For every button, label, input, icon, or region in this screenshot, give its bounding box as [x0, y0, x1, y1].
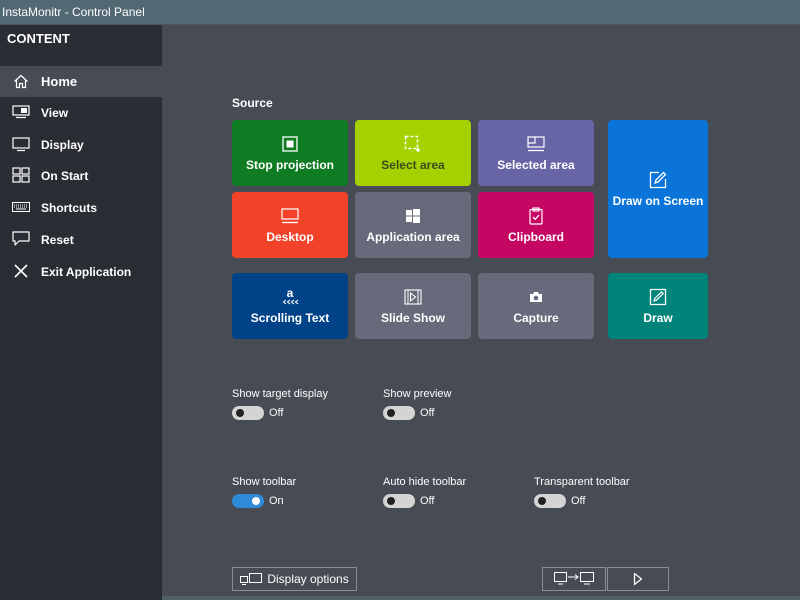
toggle-state: Off — [269, 407, 284, 419]
switch-knob — [387, 409, 395, 417]
switch-knob — [252, 497, 260, 505]
select-area-tile[interactable]: Select area — [355, 120, 471, 186]
transparent-toolbar-switch[interactable] — [534, 494, 566, 508]
sidebar-item-label: Display — [41, 137, 84, 152]
desktop-icon — [281, 206, 299, 226]
title-bar: InstaMonitr - Control Panel — [0, 0, 800, 25]
display-options-label: Display options — [267, 572, 349, 586]
capture-tile[interactable]: Capture — [478, 273, 594, 339]
show-preview-toggle-group: Show preview Off — [383, 388, 451, 420]
home-icon — [12, 73, 30, 89]
display-options-icon — [240, 573, 263, 585]
tile-label: Application area — [366, 230, 460, 244]
switch-knob — [236, 409, 244, 417]
sidebar-item-exit-application[interactable]: Exit Application — [0, 256, 162, 287]
tile-label: Clipboard — [508, 230, 564, 244]
sidebar-item-reset[interactable]: Reset — [0, 224, 162, 255]
close-icon — [12, 263, 30, 279]
select-area-icon — [404, 134, 422, 154]
play-icon — [633, 572, 643, 586]
tile-label: Selected area — [497, 158, 575, 172]
slideshow-icon — [404, 287, 422, 307]
application-area-tile[interactable]: Application area — [355, 192, 471, 258]
clipboard-icon — [529, 206, 543, 226]
display-options-button[interactable]: Display options — [232, 567, 357, 591]
switch-display-button[interactable] — [542, 567, 606, 591]
show-target-display-switch[interactable] — [232, 406, 264, 420]
toggle-state: On — [269, 495, 284, 507]
camera-icon — [529, 287, 543, 307]
toggle-label: Auto hide toolbar — [383, 476, 467, 488]
tile-label: Scrolling Text — [250, 311, 330, 325]
monitor-to-monitor-icon — [554, 572, 594, 586]
bottom-strip — [162, 596, 800, 600]
windows-icon — [406, 206, 420, 226]
stop-icon — [282, 134, 298, 154]
switch-knob — [387, 497, 395, 505]
stop-projection-tile[interactable]: Stop projection — [232, 120, 348, 186]
clipboard-tile[interactable]: Clipboard — [478, 192, 594, 258]
transparent-toolbar-toggle-group: Transparent toolbar Off — [534, 476, 630, 508]
tile-label: Capture — [513, 311, 559, 325]
toggle-state: Off — [420, 495, 435, 507]
sidebar-item-shortcuts[interactable]: Shortcuts — [0, 192, 162, 223]
draw-icon — [649, 287, 667, 307]
switch-knob — [538, 497, 546, 505]
slide-show-tile[interactable]: Slide Show — [355, 273, 471, 339]
draw-on-screen-tile[interactable]: Draw on Screen — [608, 120, 708, 258]
sidebar-header: CONTENT — [7, 31, 70, 46]
sidebar-item-on-start[interactable]: On Start — [0, 160, 162, 191]
toggle-state: Off — [420, 407, 435, 419]
monitor-icon — [12, 136, 30, 152]
speech-bubble-icon — [12, 231, 30, 247]
show-target-display-toggle-group: Show target display Off — [232, 388, 328, 420]
svg-text:a: a — [287, 287, 294, 300]
tile-label: Select area — [381, 158, 445, 172]
view-icon — [12, 104, 30, 120]
sidebar-item-view[interactable]: View — [0, 97, 162, 128]
sidebar: CONTENT Home View Display On Start Short… — [0, 25, 162, 600]
show-toolbar-switch[interactable] — [232, 494, 264, 508]
auto-hide-toolbar-switch[interactable] — [383, 494, 415, 508]
auto-hide-toolbar-toggle-group: Auto hide toolbar Off — [383, 476, 466, 508]
desktop-tile[interactable]: Desktop — [232, 192, 348, 258]
sidebar-item-label: Reset — [41, 232, 74, 247]
grid-icon — [12, 167, 30, 183]
sidebar-item-label: On Start — [41, 168, 89, 183]
toggle-label: Show toolbar — [232, 476, 297, 488]
keyboard-icon — [12, 199, 30, 215]
sidebar-item-label: Home — [41, 74, 78, 89]
sidebar-item-display[interactable]: Display — [0, 129, 162, 160]
pen-square-icon — [649, 170, 667, 190]
tile-label: Stop projection — [246, 158, 334, 172]
sidebar-item-home[interactable]: Home — [0, 66, 162, 97]
toggle-label: Show target display — [232, 388, 328, 400]
selected-area-tile[interactable]: Selected area — [478, 120, 594, 186]
toggle-label: Transparent toolbar — [534, 476, 630, 488]
tile-label: Slide Show — [380, 311, 445, 325]
sidebar-item-label: Exit Application — [41, 264, 132, 279]
tile-label: Draw on Screen — [612, 194, 704, 208]
source-title: Source — [232, 96, 273, 110]
scrolling-text-tile[interactable]: a Scrolling Text — [232, 273, 348, 339]
sidebar-item-label: View — [41, 105, 69, 120]
play-button[interactable] — [607, 567, 669, 591]
toggle-label: Show preview — [383, 388, 452, 400]
toggle-state: Off — [571, 495, 586, 507]
tile-label: Draw — [643, 311, 673, 325]
show-toolbar-toggle-group: Show toolbar On — [232, 476, 296, 508]
sidebar-item-label: Shortcuts — [41, 200, 98, 215]
draw-tile[interactable]: Draw — [608, 273, 708, 339]
tile-label: Desktop — [266, 230, 314, 244]
selected-area-icon — [527, 134, 545, 154]
scrolling-text-icon: a — [280, 287, 300, 307]
show-preview-switch[interactable] — [383, 406, 415, 420]
window-title: InstaMonitr - Control Panel — [2, 5, 145, 19]
